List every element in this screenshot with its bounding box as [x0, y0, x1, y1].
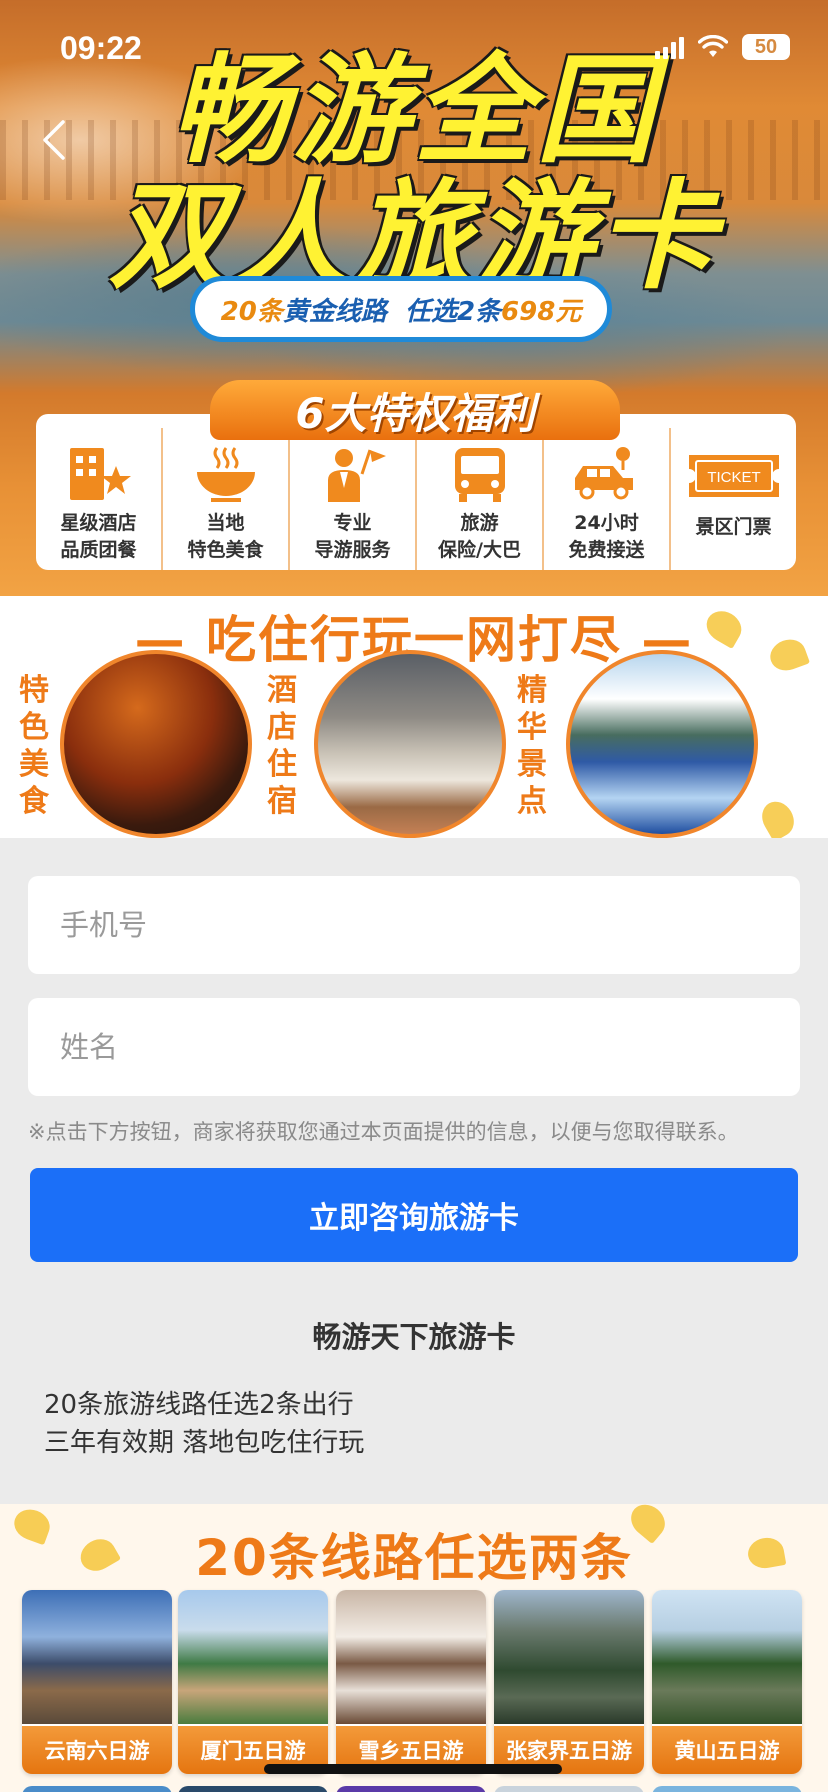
- bus-icon: [445, 444, 515, 504]
- ticket-text: TICKET: [707, 469, 760, 486]
- status-indicators: 50: [655, 34, 790, 60]
- route-card[interactable]: 云南六日游: [22, 1590, 172, 1774]
- food-photo: [60, 650, 252, 838]
- route-card-next-row: [652, 1786, 802, 1792]
- car-pickup-icon: [569, 444, 645, 504]
- features-section: — 吃住行玩一网打尽 — 特色美食 酒店住宿 精华景点: [0, 596, 828, 838]
- feature-label-hotel: 酒店住宿: [267, 673, 297, 819]
- route-photo: [22, 1590, 172, 1724]
- privilege-label: 旅游 保险/大巴: [438, 512, 521, 561]
- privilege-label: 专业 导游服务: [314, 512, 391, 561]
- card-description: 20条旅游线路任选2条出行 三年有效期 落地包吃住行玩: [44, 1386, 364, 1462]
- route-card-next-row: [178, 1786, 328, 1792]
- card-title: 畅游天下旅游卡: [312, 1320, 516, 1354]
- tour-guide-icon: [318, 444, 388, 504]
- ginkgo-leaf-decoration: [756, 795, 800, 838]
- route-photo: [178, 1590, 328, 1724]
- card-desc-line2: 三年有效期 落地包吃住行玩: [44, 1428, 365, 1458]
- battery-icon: 50: [742, 34, 790, 60]
- privilege-title: 6大特权福利: [210, 380, 620, 440]
- route-card[interactable]: 黄山五日游: [652, 1590, 802, 1774]
- routes-title: 20条线路任选两条: [195, 1529, 633, 1587]
- hero-banner: 09:22 50 畅游全国 双人旅游卡 20条 黄金线路 任选2条 698元 6…: [0, 0, 828, 596]
- chevron-left-icon: [43, 120, 65, 160]
- route-card-next-row: [22, 1786, 172, 1792]
- pill-text: 黄金线路 任选2条: [282, 296, 502, 327]
- status-time: 09:22: [60, 30, 142, 66]
- status-bar: 09:22 50: [0, 0, 828, 96]
- food-bowl-icon: [191, 444, 261, 504]
- battery-level: 50: [754, 35, 778, 58]
- hotel-star-icon: [64, 444, 134, 504]
- privilege-label: 当地 特色美食: [187, 512, 264, 561]
- phone-input[interactable]: [28, 876, 800, 974]
- route-label: 黄山五日游: [652, 1726, 802, 1774]
- name-field-container: [28, 998, 800, 1096]
- wifi-icon: [698, 35, 728, 59]
- privilege-item: 24小时 免费接送: [544, 428, 671, 570]
- card-desc-line1: 20条旅游线路任选2条出行: [44, 1390, 354, 1420]
- feature-label-sight: 精华景点: [517, 673, 547, 819]
- signal-icon: [655, 35, 684, 59]
- routes-section: 20条线路任选两条 云南六日游 厦门五日游 雪乡五日游 张家界五日游 黄山五日游: [0, 1504, 828, 1792]
- home-indicator[interactable]: [264, 1764, 562, 1774]
- consult-button[interactable]: 立即咨询旅游卡: [30, 1168, 798, 1262]
- pill-count: 20条: [220, 296, 283, 327]
- hotel-photo: [314, 650, 506, 838]
- route-photo: [652, 1590, 802, 1724]
- privilege-item: 专业 导游服务: [290, 428, 417, 570]
- phone-field-container: [28, 876, 800, 974]
- privilege-item: 星级酒店 品质团餐: [36, 428, 163, 570]
- route-label: 云南六日游: [22, 1726, 172, 1774]
- privilege-item: TICKET 景区门票: [671, 428, 796, 570]
- back-button[interactable]: [30, 110, 78, 170]
- route-card[interactable]: 张家界五日游: [494, 1590, 644, 1774]
- sight-photo: [566, 650, 758, 838]
- route-photo: [494, 1590, 644, 1724]
- route-card[interactable]: 厦门五日游: [178, 1590, 328, 1774]
- name-input[interactable]: [28, 998, 800, 1096]
- route-card-next-row: [494, 1786, 644, 1792]
- privilege-label: 星级酒店 品质团餐: [60, 512, 137, 561]
- route-card[interactable]: 雪乡五日游: [336, 1590, 486, 1774]
- pill-price: 698元: [501, 296, 582, 327]
- route-photo: [336, 1590, 486, 1724]
- route-offer-pill: 20条 黄金线路 任选2条 698元: [190, 276, 612, 342]
- privacy-notice: ※点击下方按钮，商家将获取您通过本页面提供的信息，以便与您取得联系。: [28, 1120, 739, 1144]
- route-card-next-row: [336, 1786, 486, 1792]
- ticket-icon: TICKET: [685, 444, 783, 508]
- privilege-label: 景区门票: [695, 516, 772, 538]
- feature-label-food: 特色美食: [19, 673, 49, 819]
- privilege-label: 24小时 免费接送: [568, 512, 645, 561]
- privilege-item: 当地 特色美食: [163, 428, 290, 570]
- consult-form: ※点击下方按钮，商家将获取您通过本页面提供的信息，以便与您取得联系。 立即咨询旅…: [0, 838, 828, 1504]
- privilege-item: 旅游 保险/大巴: [417, 428, 544, 570]
